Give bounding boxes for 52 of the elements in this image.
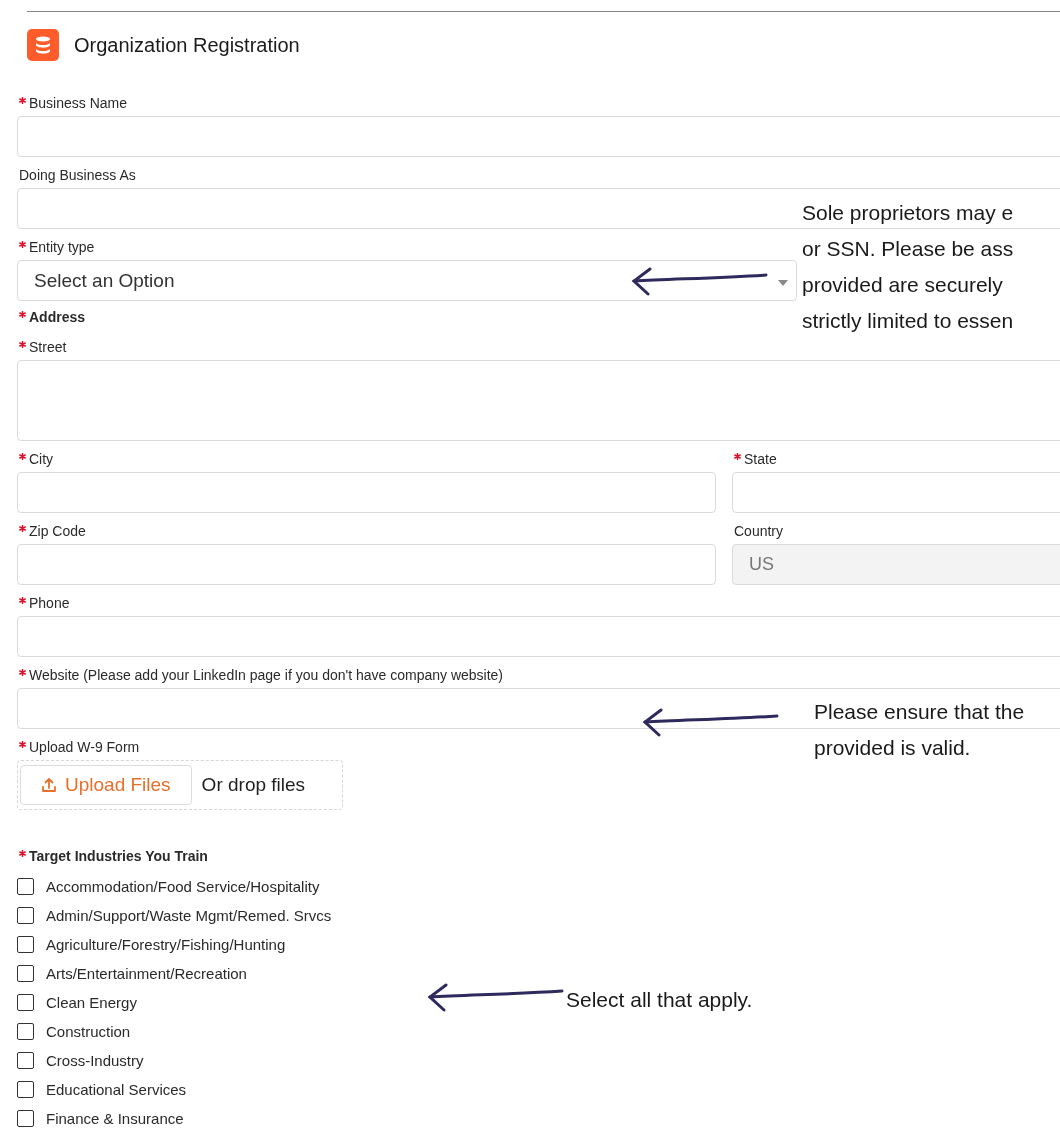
checkbox-label: Construction bbox=[46, 1023, 131, 1040]
checkbox[interactable] bbox=[17, 994, 34, 1011]
arrow-icon bbox=[641, 707, 781, 737]
input-field[interactable] bbox=[17, 616, 1060, 657]
caret-icon bbox=[778, 280, 788, 286]
checkbox[interactable] bbox=[17, 965, 34, 982]
annotation-note: Sole proprietors may e or SSN. Please be ass provided are securely strictly limited to essen bbox=[802, 200, 1014, 334]
checkbox[interactable] bbox=[17, 1081, 34, 1098]
checkbox[interactable] bbox=[17, 936, 34, 953]
checkbox-label: Admin/Support/Waste Mgmt/Remed. Srvcs bbox=[46, 907, 332, 924]
arrow-icon bbox=[630, 266, 770, 296]
field-label: Street bbox=[29, 339, 67, 355]
upload-icon bbox=[41, 777, 57, 793]
arrow-icon bbox=[426, 982, 566, 1012]
annotation-note: Please ensure that the provided is valid. bbox=[814, 699, 1025, 761]
checkbox-label: Accommodation/Food Service/Hospitality bbox=[46, 878, 320, 895]
checkbox-label: Finance & Insurance bbox=[46, 1110, 184, 1127]
checkbox[interactable] bbox=[17, 1052, 34, 1069]
checkbox[interactable] bbox=[17, 878, 34, 895]
database-icon bbox=[27, 29, 59, 61]
drop-zone[interactable]: Upload Files Or drop files bbox=[17, 760, 343, 810]
input-field[interactable] bbox=[732, 472, 1060, 513]
field-label: State bbox=[744, 451, 777, 467]
input-field: US bbox=[732, 544, 1060, 585]
input-field[interactable] bbox=[17, 188, 1060, 229]
checkbox[interactable] bbox=[17, 1023, 34, 1040]
field-label: Entity type bbox=[29, 239, 95, 255]
field-label: Doing Business As bbox=[19, 167, 136, 183]
field-label: Phone bbox=[29, 595, 70, 611]
checkbox-label: Cross-Industry bbox=[46, 1052, 144, 1069]
field-label: Zip Code bbox=[29, 523, 86, 539]
checkbox[interactable] bbox=[17, 907, 34, 924]
input-field[interactable] bbox=[17, 116, 1060, 157]
checkbox-label: Arts/Entertainment/Recreation bbox=[46, 965, 247, 982]
checkbox-label: Agriculture/Forestry/Fishing/Hunting bbox=[46, 936, 286, 953]
field-label: City bbox=[29, 451, 54, 467]
input-field[interactable] bbox=[17, 544, 716, 585]
field-label: Website (Please add your LinkedIn page if you don't have company website) bbox=[29, 667, 504, 683]
field-label: Business Name bbox=[29, 95, 128, 111]
field-label: Target Industries You Train bbox=[29, 848, 208, 864]
checkbox-label: Educational Services bbox=[46, 1081, 187, 1098]
drop-hint: Or drop files bbox=[201, 774, 306, 796]
select-field[interactable]: Select an Option bbox=[17, 260, 797, 301]
field-label: Address bbox=[29, 309, 86, 325]
field-label: Country bbox=[734, 523, 784, 539]
form-title: Organization Registration bbox=[74, 33, 300, 57]
input-field[interactable] bbox=[17, 472, 716, 513]
checkbox[interactable] bbox=[17, 1110, 34, 1127]
field-label: Upload W-9 Form bbox=[29, 739, 140, 755]
checkbox-label: Clean Energy bbox=[46, 994, 137, 1011]
input-field[interactable] bbox=[17, 688, 1060, 729]
annotation-note: Select all that apply. bbox=[566, 987, 753, 1013]
